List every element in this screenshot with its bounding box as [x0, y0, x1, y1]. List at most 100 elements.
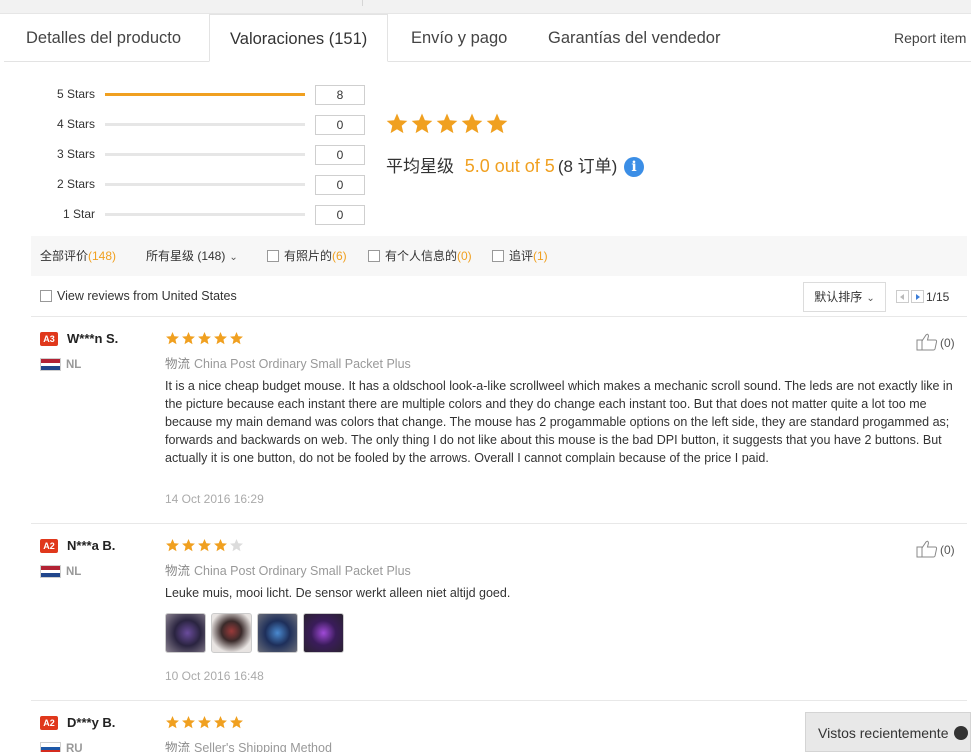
star-filled-icon: [198, 331, 211, 345]
logistics-label: 物流: [165, 564, 191, 578]
reviewer-country: NL: [66, 359, 82, 371]
review-photo-thumbnail[interactable]: [165, 613, 206, 653]
filter-followup-count: (1): [533, 249, 548, 263]
sort-dropdown[interactable]: 默认排序 ⌄: [803, 282, 886, 312]
reviewer-name: N***a B.: [67, 538, 116, 553]
review-date: 14 Oct 2016 16:29: [165, 492, 264, 506]
tab-reviews[interactable]: Valoraciones (151): [209, 14, 389, 62]
next-page-button[interactable]: [911, 290, 924, 303]
star-filled-icon: [214, 538, 227, 552]
rating-row-label: 3 Stars: [56, 147, 95, 161]
checkbox[interactable]: [368, 250, 380, 262]
review-stars: [165, 538, 245, 556]
rating-bar-track: [105, 123, 305, 126]
filter-star-label: 所有星级 (148): [146, 249, 226, 263]
review-stars: [165, 331, 245, 349]
logistics-method: Seller's Shipping Method: [194, 741, 332, 752]
rating-row-3[interactable]: 3 Stars 0: [0, 145, 370, 165]
page-indicator: 1/15: [926, 290, 950, 304]
rating-count-box: 0: [315, 175, 365, 195]
filter-with-personal-info[interactable]: 有个人信息的(0): [368, 236, 472, 276]
rating-count-box: 8: [315, 85, 365, 105]
filter-personal-label: 有个人信息的: [385, 249, 458, 263]
rating-row-4[interactable]: 4 Stars 0: [0, 115, 370, 135]
chevron-down-icon: ⌄: [866, 293, 875, 304]
reviewer-country: RU: [66, 743, 83, 752]
star-filled-icon: [461, 113, 483, 134]
reviewer-country: NL: [66, 566, 82, 578]
star-filled-icon: [182, 715, 195, 729]
filter-followup[interactable]: 追评(1): [492, 236, 548, 276]
product-tabs: Detalles del producto Valoraciones (151)…: [4, 14, 971, 62]
filter-personal-count: (0): [457, 249, 472, 263]
rating-row-label: 5 Stars: [56, 87, 95, 101]
filter-all-count: (148): [88, 249, 117, 263]
helpful-button[interactable]: (0): [916, 333, 955, 351]
helpful-count: (0): [940, 543, 955, 557]
rating-bar-track: [105, 93, 305, 96]
info-icon[interactable]: i: [624, 157, 645, 177]
checkbox[interactable]: [267, 250, 279, 262]
star-filled-icon: [230, 715, 243, 729]
star-filled-icon: [214, 331, 227, 345]
logistics-method: China Post Ordinary Small Packet Plus: [194, 564, 411, 578]
filter-with-photos[interactable]: 有照片的(6): [267, 236, 347, 276]
average-order-count: (8 订单): [557, 157, 618, 176]
flag-nl-icon: [40, 565, 61, 578]
filter-photos-count: (6): [332, 249, 347, 263]
average-rating-line: 平均星级 5.0 out of 5 (8 订单) i: [386, 152, 645, 177]
review-date: 10 Oct 2016 16:48: [165, 669, 264, 683]
star-filled-icon: [411, 113, 433, 134]
tab-seller-guarantees[interactable]: Garantías del vendedor: [528, 14, 740, 62]
logistics-method: China Post Ordinary Small Packet Plus: [194, 357, 411, 371]
view-us-label: View reviews from United States: [57, 289, 237, 303]
logistics-label: 物流: [165, 741, 191, 752]
reviewer-name: D***y B.: [67, 715, 116, 730]
logistics-label: 物流: [165, 357, 191, 371]
star-filled-icon: [166, 715, 179, 729]
review-photo-thumbnail[interactable]: [257, 613, 298, 653]
average-rating-label: 平均星级: [386, 157, 454, 176]
filter-all-reviews[interactable]: 全部评价(148): [40, 236, 116, 276]
thumbs-up-icon: [916, 540, 938, 558]
review-filter-bar: 全部评价(148) 所有星级 (148) ⌄ 有照片的(6) 有个人信息的(0) …: [31, 236, 967, 276]
checkbox[interactable]: [40, 290, 52, 302]
prev-page-button[interactable]: [896, 290, 909, 303]
rating-bar-track: [105, 213, 305, 216]
report-item-link[interactable]: Report item: [874, 14, 971, 62]
helpful-button[interactable]: (0): [916, 540, 955, 558]
review-logistics: 物流 China Post Ordinary Small Packet Plus: [165, 560, 411, 579]
rating-bar-fill: [105, 93, 305, 96]
top-strip: [0, 0, 971, 14]
rating-count-box: 0: [315, 145, 365, 165]
rating-row-1[interactable]: 1 Star 0: [0, 205, 370, 225]
recently-viewed-button[interactable]: Vistos recientemente: [805, 712, 971, 752]
tab-shipping-payment[interactable]: Envío y pago: [391, 14, 527, 62]
view-us-reviews-toggle[interactable]: View reviews from United States: [40, 289, 237, 303]
divider: [31, 700, 967, 701]
divider: [31, 523, 967, 524]
rating-row-label: 1 Star: [62, 207, 95, 221]
rating-row-5[interactable]: 5 Stars 8: [0, 85, 370, 105]
filter-star-dropdown[interactable]: 所有星级 (148) ⌄: [146, 236, 238, 276]
filter-followup-label: 追评: [509, 249, 534, 263]
star-filled-icon: [386, 113, 408, 134]
star-filled-icon: [230, 331, 243, 345]
reviewer-name: W***n S.: [67, 331, 119, 346]
rating-row-label: 4 Stars: [56, 117, 95, 131]
rating-count-box: 0: [315, 115, 365, 135]
recently-viewed-label: Vistos recientemente: [818, 725, 949, 741]
buyer-level-badge: A2: [40, 716, 58, 730]
average-stars: [385, 112, 510, 139]
tab-product-details[interactable]: Detalles del producto: [6, 14, 201, 62]
review-photo-thumbnail[interactable]: [303, 613, 344, 653]
checkbox[interactable]: [492, 250, 504, 262]
rating-bar-track: [105, 153, 305, 156]
rating-bar-track: [105, 183, 305, 186]
rating-row-2[interactable]: 2 Stars 0: [0, 175, 370, 195]
star-filled-icon: [214, 715, 227, 729]
chevron-down-icon: ⌄: [229, 252, 238, 263]
star-empty-icon: [230, 538, 243, 552]
review-photo-thumbnail[interactable]: [211, 613, 252, 653]
review-text: It is a nice cheap budget mouse. It has …: [165, 379, 953, 465]
